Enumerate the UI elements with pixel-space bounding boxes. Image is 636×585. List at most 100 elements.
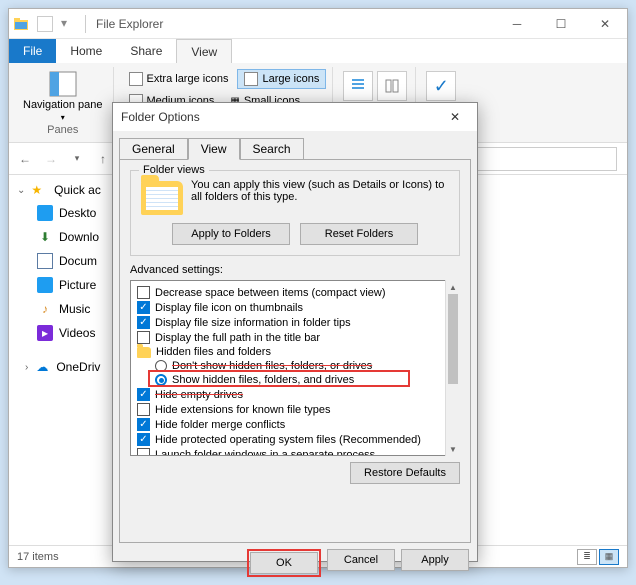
ok-button[interactable]: OK	[250, 552, 318, 574]
radio-icon	[155, 374, 167, 386]
desktop-icon	[37, 205, 53, 221]
opt-label: Decrease space between items (compact vi…	[155, 287, 385, 299]
dialog-tab-general[interactable]: General	[119, 138, 188, 160]
tab-view[interactable]: View	[176, 39, 232, 63]
dialog-close-button[interactable]: ✕	[441, 103, 469, 131]
checkbox-icon: ✓	[137, 301, 150, 314]
details-view-button[interactable]: ≣	[577, 549, 597, 565]
videos-label: Videos	[59, 326, 95, 340]
scroll-down-icon[interactable]: ▼	[446, 442, 460, 456]
dialog-tab-view[interactable]: View	[188, 138, 240, 160]
opt-label: Display file icon on thumbnails	[155, 302, 303, 314]
chevron-down-icon: ⌄	[17, 185, 25, 196]
menu-tabs: File Home Share View	[9, 39, 627, 63]
picture-icon	[37, 277, 53, 293]
navpane-label: Navigation pane	[23, 99, 103, 111]
group-hidden-files[interactable]: Hidden files and folders	[133, 345, 457, 359]
checkbox-icon: ✓	[137, 388, 150, 401]
layout-large[interactable]: Large icons	[237, 69, 326, 89]
advanced-settings-label: Advanced settings:	[130, 264, 460, 276]
music-icon: ♪	[37, 301, 53, 317]
opt-label: Display file size information in folder …	[155, 317, 351, 329]
opt-label: Hide folder merge conflicts	[155, 419, 285, 431]
restore-defaults-button[interactable]: Restore Defaults	[350, 462, 460, 484]
highlight-ok: OK	[247, 549, 321, 577]
folder-views-desc: You can apply this view (such as Details…	[191, 179, 449, 215]
panes-group-label: Panes	[47, 124, 78, 136]
downloads-label: Downlo	[59, 230, 99, 244]
xl-label: Extra large icons	[147, 73, 229, 85]
titlebar: ▾ File Explorer ─ ☐ ✕	[9, 9, 627, 39]
folder-icon	[137, 347, 151, 358]
tree-scrollbar[interactable]: ▲ ▼	[445, 280, 460, 456]
lg-icon	[244, 72, 258, 86]
dialog-tab-search[interactable]: Search	[240, 138, 304, 160]
qat-save-icon[interactable]	[37, 16, 53, 32]
recent-dropdown[interactable]: ▾	[65, 147, 89, 171]
item-checkboxes-button[interactable]: ✓	[426, 71, 456, 101]
quick-access-label: Quick ac	[54, 183, 101, 197]
scroll-up-icon[interactable]: ▲	[446, 280, 460, 294]
separator	[85, 15, 86, 33]
qat-props-icon[interactable]: ▾	[61, 16, 77, 32]
advanced-settings-tree[interactable]: Decrease space between items (compact vi…	[130, 280, 460, 456]
opt-label: Hide empty drives	[155, 389, 243, 401]
radio-icon	[155, 360, 167, 372]
opt-label: Hide protected operating system files (R…	[155, 434, 421, 446]
opt-hide-extensions[interactable]: Hide extensions for known file types	[133, 402, 457, 417]
file-menu[interactable]: File	[9, 39, 56, 63]
apply-to-folders-button[interactable]: Apply to Folders	[172, 223, 290, 245]
chevron-right-icon: ›	[25, 362, 28, 373]
tab-share[interactable]: Share	[116, 39, 176, 63]
desktop-label: Deskto	[59, 206, 96, 220]
dialog-tabs: General View Search	[113, 131, 477, 159]
group-label: Hidden files and folders	[156, 346, 271, 358]
opt-hide-protected[interactable]: ✓ Hide protected operating system files (…	[133, 432, 457, 447]
minimize-button[interactable]: ─	[495, 9, 539, 39]
back-button[interactable]: ←	[13, 147, 37, 171]
app-icon	[13, 16, 29, 32]
group-button[interactable]	[377, 71, 407, 101]
maximize-button[interactable]: ☐	[539, 9, 583, 39]
opt-label: Display the full path in the title bar	[155, 332, 320, 344]
apply-button[interactable]: Apply	[401, 549, 469, 571]
reset-folders-button[interactable]: Reset Folders	[300, 223, 418, 245]
navigation-pane-button[interactable]: Navigation pane ▾	[19, 69, 107, 124]
icons-view-button[interactable]: ▦	[599, 549, 619, 565]
sort-button[interactable]	[343, 71, 373, 101]
close-button[interactable]: ✕	[583, 9, 627, 39]
opt-show-hidden[interactable]: Show hidden files, folders, and drives	[133, 373, 457, 387]
checkbox-icon: ✓	[137, 418, 150, 431]
opt-hide-merge[interactable]: ✓ Hide folder merge conflicts	[133, 417, 457, 432]
scroll-thumb[interactable]	[448, 294, 458, 384]
opt-hide-empty[interactable]: ✓ Hide empty drives	[133, 387, 457, 402]
folder-options-dialog: Folder Options ✕ General View Search Fol…	[112, 102, 478, 562]
opt-full-path[interactable]: Display the full path in the title bar	[133, 330, 457, 345]
onedrive-label: OneDriv	[56, 360, 100, 374]
documents-label: Docum	[59, 254, 97, 268]
window-title: File Explorer	[90, 17, 495, 31]
download-icon: ⬇	[37, 229, 53, 245]
tab-home[interactable]: Home	[56, 39, 116, 63]
opt-dont-show-hidden[interactable]: Don't show hidden files, folders, or dri…	[133, 359, 457, 373]
layout-extra-large[interactable]: Extra large icons	[122, 69, 236, 89]
music-label: Music	[59, 302, 90, 316]
opt-label: Show hidden files, folders, and drives	[172, 374, 354, 386]
video-icon: ▸	[37, 325, 53, 341]
ribbon-panes-group: Navigation pane ▾ Panes	[13, 67, 114, 138]
checkbox-icon	[137, 286, 150, 299]
checkbox-icon: ✓	[137, 433, 150, 446]
folder-views-fieldset: Folder views You can apply this view (su…	[130, 170, 460, 256]
star-icon: ★	[31, 183, 42, 197]
tree-wrap: Decrease space between items (compact vi…	[130, 280, 460, 456]
opt-launch-separate[interactable]: Launch folder windows in a separate proc…	[133, 447, 457, 456]
cancel-button[interactable]: Cancel	[327, 549, 395, 571]
opt-icon-thumbnails[interactable]: ✓ Display file icon on thumbnails	[133, 300, 457, 315]
opt-size-tips[interactable]: ✓Display file size information in folder…	[133, 315, 457, 330]
opt-decrease-space[interactable]: Decrease space between items (compact vi…	[133, 285, 457, 300]
forward-button[interactable]: →	[39, 147, 63, 171]
xl-icon	[129, 72, 143, 86]
cloud-icon: ☁	[34, 359, 50, 375]
checkbox-icon	[137, 331, 150, 344]
dialog-body: Folder views You can apply this view (su…	[119, 159, 471, 543]
